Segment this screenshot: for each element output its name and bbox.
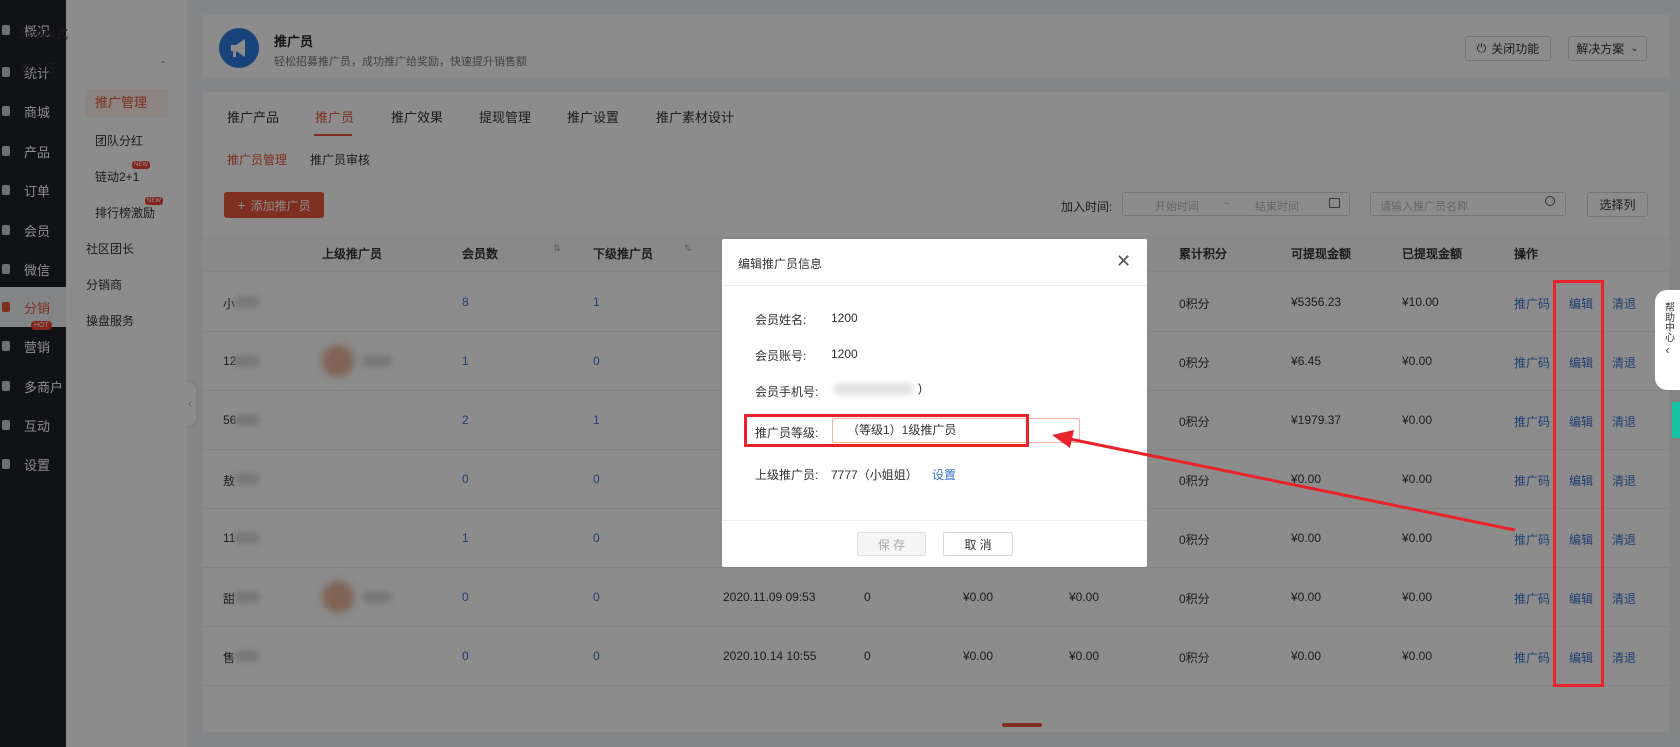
annotation-highlight-level bbox=[744, 414, 1029, 447]
annotation-arrow bbox=[1052, 430, 1516, 532]
chevron-left-icon: ‹ bbox=[1665, 343, 1670, 357]
help-center-tab[interactable]: 帮助中心 ‹ bbox=[1655, 290, 1680, 390]
annotation-highlight-edit-column bbox=[1553, 280, 1604, 687]
name-label: 会员姓名: bbox=[755, 313, 807, 327]
set-parent-link[interactable]: 设置 bbox=[932, 466, 956, 483]
parent-label: 上级推广员: bbox=[755, 468, 819, 482]
modal-title: 编辑推广员信息 bbox=[738, 257, 823, 271]
phone-value-blurred bbox=[834, 383, 914, 395]
save-button[interactable]: 保 存 bbox=[857, 532, 926, 556]
modal-header-divider bbox=[722, 285, 1147, 286]
close-icon[interactable]: ✕ bbox=[1116, 251, 1131, 272]
help-accent-bar bbox=[1672, 402, 1680, 438]
account-label: 会员账号: bbox=[755, 349, 807, 363]
account-value: 1200 bbox=[831, 347, 858, 361]
help-center-label: 帮助中心 bbox=[1662, 302, 1674, 342]
cancel-button[interactable]: 取 消 bbox=[943, 532, 1013, 556]
parent-value: 7777（小姐姐） bbox=[831, 468, 918, 482]
phone-suffix: ) bbox=[918, 381, 922, 395]
phone-label: 会员手机号: bbox=[755, 385, 819, 399]
name-value: 1200 bbox=[831, 311, 858, 325]
